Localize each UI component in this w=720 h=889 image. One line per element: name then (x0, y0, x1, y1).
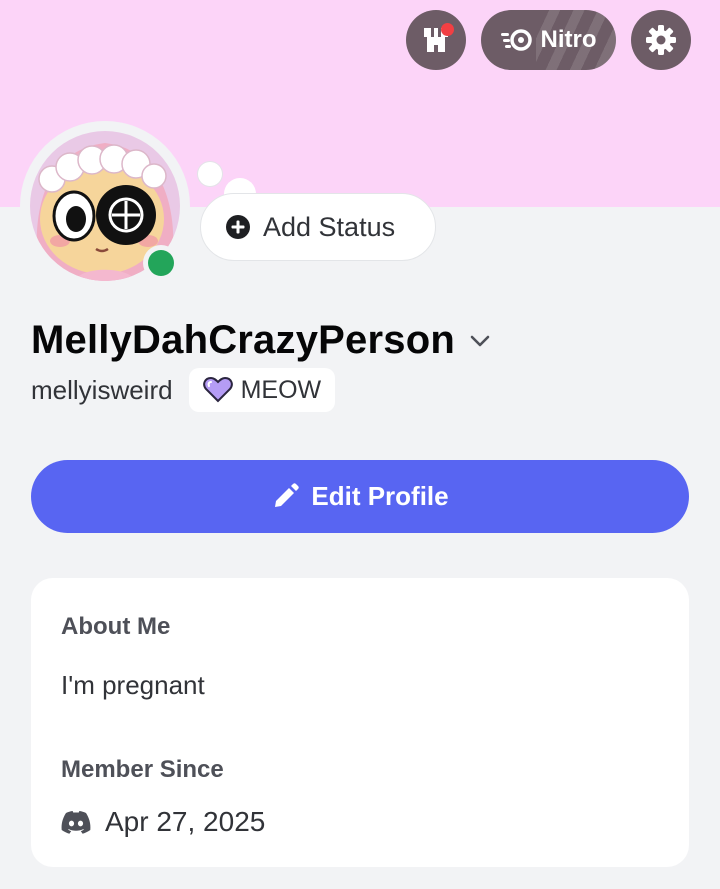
settings-button[interactable] (631, 10, 691, 70)
pencil-icon (275, 482, 300, 507)
online-dot (148, 250, 174, 276)
edit-profile-button[interactable]: Edit Profile (31, 460, 689, 533)
gear-icon (646, 25, 676, 55)
shop-button[interactable] (406, 10, 466, 70)
thought-bubble-small (198, 162, 222, 186)
member-since-row: Apr 27, 2025 (61, 806, 265, 838)
member-since-heading: Member Since (61, 756, 224, 783)
username-row: mellyisweird MEOW (31, 368, 336, 412)
notification-dot (441, 23, 454, 36)
display-name-row[interactable]: MellyDahCrazyPerson (31, 318, 491, 363)
clan-tag[interactable]: MEOW (188, 368, 336, 412)
plus-circle-icon (226, 215, 250, 239)
add-status-button[interactable]: Add Status (200, 193, 436, 261)
online-status-indicator (143, 245, 179, 281)
discord-icon (61, 811, 91, 834)
nitro-label: Nitro (540, 26, 597, 53)
about-me-text: I'm pregnant (61, 670, 205, 700)
chevron-down-icon[interactable] (469, 334, 491, 348)
display-name: MellyDahCrazyPerson (31, 318, 455, 362)
about-me-heading: About Me (61, 613, 171, 640)
nitro-icon (500, 29, 532, 51)
member-since-date: Apr 27, 2025 (105, 806, 266, 837)
add-status-label: Add Status (263, 211, 396, 242)
profile-screen: Nitro Add Status MellyDahCrazyPerson mel… (0, 0, 720, 889)
username: mellyisweird (31, 374, 173, 405)
profile-info-card: About Me I'm pregnant Member Since Apr 2… (31, 578, 689, 867)
nitro-button[interactable]: Nitro (481, 10, 616, 70)
clan-tag-label: MEOW (240, 375, 322, 404)
edit-profile-label: Edit Profile (311, 481, 449, 511)
heart-badge-icon (202, 377, 233, 403)
